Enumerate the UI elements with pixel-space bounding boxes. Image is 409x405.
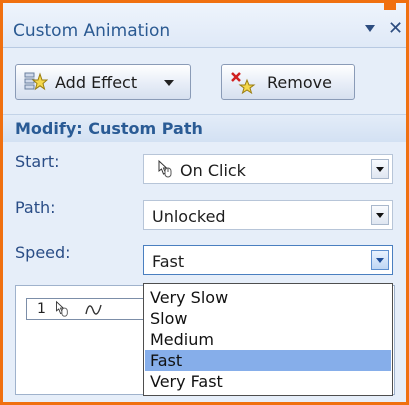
speed-option-fast[interactable]: Fast bbox=[145, 350, 391, 371]
remove-button[interactable]: Remove bbox=[221, 64, 355, 100]
effect-order-number: 1 bbox=[37, 301, 46, 317]
start-value: On Click bbox=[180, 161, 246, 180]
close-icon[interactable]: ✕ bbox=[388, 18, 403, 39]
pane-options-chevron-icon[interactable] bbox=[365, 25, 375, 32]
mouse-click-icon bbox=[158, 159, 172, 178]
add-effect-label: Add Effect bbox=[55, 73, 138, 92]
speed-combobox[interactable]: Fast bbox=[143, 245, 393, 275]
speed-dropdown-button[interactable] bbox=[371, 250, 389, 270]
speed-option-very-fast[interactable]: Very Fast bbox=[145, 371, 391, 392]
add-effect-button[interactable]: Add Effect bbox=[15, 64, 191, 100]
start-label: Start: bbox=[15, 152, 60, 171]
speed-dropdown-list[interactable]: Very Slow Slow Medium Fast Very Fast bbox=[143, 283, 393, 396]
speed-label: Speed: bbox=[15, 243, 71, 262]
list-item[interactable]: 1 bbox=[26, 298, 156, 320]
path-label: Path: bbox=[15, 198, 56, 217]
chevron-down-icon bbox=[164, 80, 174, 86]
remove-label: Remove bbox=[267, 73, 332, 92]
speed-value: Fast bbox=[152, 252, 185, 271]
speed-option-slow[interactable]: Slow bbox=[145, 308, 391, 329]
custom-animation-pane: Custom Animation ✕ Add Effect Remove Mod… bbox=[0, 0, 409, 405]
pane-titlebar: Custom Animation ✕ bbox=[3, 3, 406, 48]
remove-effect-icon bbox=[231, 72, 256, 94]
pane-title: Custom Animation bbox=[13, 21, 171, 41]
start-combobox[interactable]: On Click bbox=[143, 154, 393, 184]
path-combobox[interactable]: Unlocked bbox=[143, 200, 393, 230]
add-effect-star-icon bbox=[24, 72, 48, 91]
path-dropdown-button[interactable] bbox=[371, 205, 389, 225]
mouse-click-icon bbox=[56, 300, 68, 317]
modify-section-header: Modify: Custom Path bbox=[3, 114, 406, 142]
pane-border-accent bbox=[384, 0, 396, 10]
path-value: Unlocked bbox=[152, 207, 226, 226]
motion-path-icon bbox=[85, 304, 102, 315]
speed-option-very-slow[interactable]: Very Slow bbox=[145, 287, 391, 308]
start-dropdown-button[interactable] bbox=[371, 159, 389, 179]
modify-header-label: Modify: Custom Path bbox=[15, 119, 203, 138]
speed-option-medium[interactable]: Medium bbox=[145, 329, 391, 350]
